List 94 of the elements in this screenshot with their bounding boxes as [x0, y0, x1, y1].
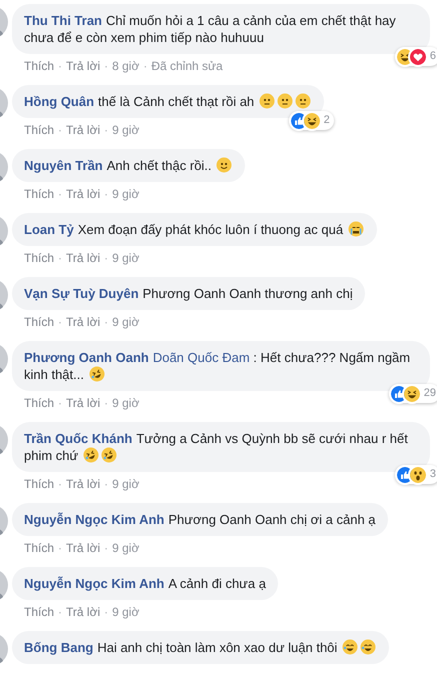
- separator-dot: ·: [104, 395, 108, 411]
- separator-dot: ·: [104, 476, 108, 492]
- like-link[interactable]: Thích: [24, 186, 54, 202]
- laughing-face-icon: [82, 447, 99, 463]
- separator-dot: ·: [104, 58, 108, 74]
- reaction-count: 3: [430, 467, 436, 482]
- separator-dot: ·: [58, 476, 62, 492]
- thumbs-up-icon: [290, 112, 307, 128]
- separator-dot: ·: [58, 540, 62, 556]
- laughing-face-icon: [304, 112, 320, 128]
- separator-dot: ·: [58, 314, 62, 330]
- like-link[interactable]: Thích: [24, 395, 54, 411]
- comment-text: Vạn Sự Tuỳ Duyên Phương Oanh Oanh thương anh chị: [24, 286, 353, 301]
- reaction-count: 2: [324, 113, 330, 128]
- author-link[interactable]: Trần Quốc Khánh: [24, 431, 132, 446]
- edited-label: Đã chỉnh sửa: [151, 58, 223, 74]
- like-link[interactable]: Thích: [24, 476, 54, 492]
- timestamp: 9 giờ: [112, 604, 140, 620]
- reply-link[interactable]: Trả lời: [66, 186, 100, 202]
- thumbs-up-icon: [390, 386, 407, 402]
- like-link[interactable]: Thích: [24, 250, 54, 266]
- grinning-face-icon: [360, 639, 376, 655]
- like-link[interactable]: Thích: [24, 58, 54, 74]
- separator-dot: ·: [58, 58, 62, 74]
- reply-link[interactable]: Trả lời: [66, 604, 100, 620]
- comment-text: Phương Oanh Oanh Doãn Quốc Đam : Hết chưa??? Ngấm ngầm kinh thật...: [24, 350, 410, 382]
- separator-dot: ·: [104, 186, 108, 202]
- comment-text: Loan Tỷ Xem đoạn đấy phát khóc luôn í thuong ac quá: [24, 222, 365, 237]
- reaction-count: 29: [424, 386, 436, 401]
- like-link[interactable]: Thích: [24, 604, 54, 620]
- author-link[interactable]: Phương Oanh Oanh: [24, 350, 149, 365]
- timestamp: 9 giờ: [112, 395, 140, 411]
- timestamp: 8 giờ: [112, 58, 140, 74]
- separator-dot: ·: [58, 604, 62, 620]
- reply-link[interactable]: Trả lời: [66, 540, 100, 556]
- like-link[interactable]: Thích: [24, 540, 54, 556]
- separator-dot: ·: [143, 58, 148, 74]
- author-link[interactable]: Nguyễn Ngọc Kim Anh: [24, 576, 164, 591]
- laughing-face-icon: [100, 447, 117, 463]
- comment-text: Trần Quốc Khánh Tưởng a Cảnh vs Quỳnh bb sẽ cưới nhau r hết phim chứ: [24, 431, 408, 463]
- timestamp: 9 giờ: [112, 314, 140, 330]
- separator-dot: ·: [58, 250, 62, 266]
- grinning-face-icon: [342, 639, 358, 655]
- reply-link[interactable]: Trả lời: [66, 250, 100, 266]
- comment-text: Hồng Quân thế là Cảnh chết thạt rồi ah: [24, 94, 312, 109]
- timestamp: 9 giờ: [112, 186, 140, 202]
- comment-text: Thu Thi Tran Chỉ muốn hỏi a 1 câu a cảnh của em chết thật hay chưa để e còn xem phim tiếp nào huhuuu: [24, 13, 396, 45]
- author-link[interactable]: Thu Thi Tran: [24, 13, 102, 28]
- smiling-face-icon: [216, 157, 232, 173]
- reply-link[interactable]: Trả lời: [66, 395, 100, 411]
- neutral-face-icon: [258, 93, 275, 109]
- reaction-count: 6: [430, 49, 436, 64]
- timestamp: 9 giờ: [112, 122, 140, 138]
- author-link[interactable]: Hồng Quân: [24, 94, 94, 109]
- separator-dot: ·: [104, 122, 108, 138]
- timestamp: 9 giờ: [112, 476, 140, 492]
- comment-text: Nguyên Trần Anh chết thậc rồi..: [24, 158, 234, 173]
- mention-link[interactable]: Doãn Quốc Đam: [152, 350, 254, 365]
- thumbs-up-icon: [396, 466, 413, 482]
- surprised-face-icon: [410, 466, 426, 482]
- separator-dot: ·: [104, 540, 108, 556]
- author-link[interactable]: Bống Bang: [24, 640, 94, 655]
- separator-dot: ·: [104, 604, 108, 620]
- reaction-badge[interactable]: 6: [394, 47, 437, 66]
- reply-link[interactable]: Trả lời: [66, 122, 100, 138]
- reply-link[interactable]: Trả lời: [66, 58, 100, 74]
- neutral-face-icon: [276, 93, 293, 109]
- comment-text: Nguyễn Ngọc Kim Anh A cảnh đi chưa ạ: [24, 576, 266, 591]
- separator-dot: ·: [58, 186, 62, 202]
- laughing-face-icon: [88, 366, 105, 382]
- author-link[interactable]: Nguyên Trần: [24, 158, 103, 173]
- author-link[interactable]: Vạn Sự Tuỳ Duyên: [24, 286, 139, 301]
- separator-dot: ·: [58, 122, 62, 138]
- timestamp: 9 giờ: [112, 250, 140, 266]
- reaction-badge[interactable]: 3: [394, 465, 437, 484]
- reaction-badge[interactable]: 2: [288, 111, 334, 130]
- reply-link[interactable]: Trả lời: [66, 476, 100, 492]
- timestamp: 9 giờ: [112, 540, 140, 556]
- like-link[interactable]: Thích: [24, 314, 54, 330]
- reply-link[interactable]: Trả lời: [66, 314, 100, 330]
- neutral-face-icon: [294, 93, 311, 109]
- separator-dot: ·: [104, 250, 108, 266]
- separator-dot: ·: [58, 395, 62, 411]
- author-link[interactable]: Loan Tỷ: [24, 222, 74, 237]
- like-link[interactable]: Thích: [24, 122, 54, 138]
- reaction-badge[interactable]: 29: [388, 384, 437, 403]
- laughing-face-icon: [396, 48, 413, 64]
- author-link[interactable]: Nguyễn Ngọc Kim Anh: [24, 512, 164, 527]
- heart-icon: [410, 48, 426, 64]
- comment-text: Bống Bang Hai anh chị toàn làm xôn xao dư luận thôi: [24, 640, 377, 655]
- crying-face-icon: [348, 221, 364, 237]
- separator-dot: ·: [104, 314, 108, 330]
- comment-text: Nguyễn Ngọc Kim Anh Phương Oanh Oanh chị ơi a cảnh ạ: [24, 512, 376, 527]
- laughing-face-icon: [404, 386, 420, 402]
